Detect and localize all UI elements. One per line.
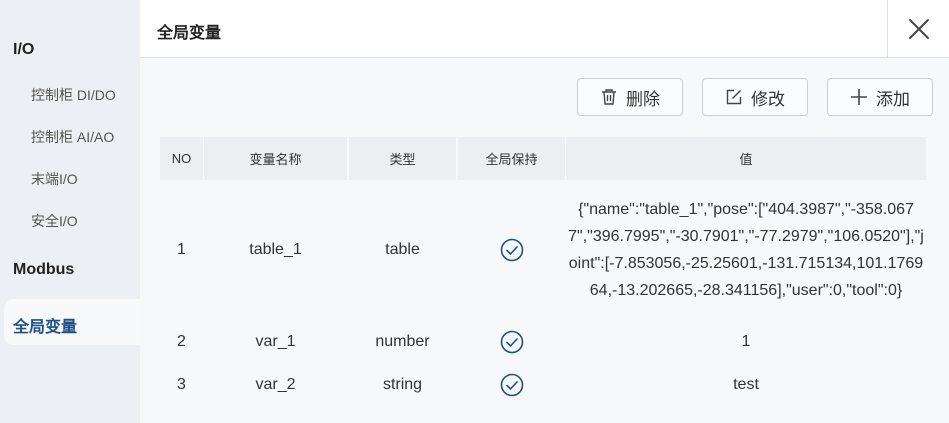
edit-button[interactable]: 修改 [702,78,808,116]
panel-header: 全局变量 [140,0,949,58]
trash-icon [602,89,616,105]
sidebar-item-global-vars[interactable]: 全局变量 [4,299,140,345]
column-header-no: NO [160,137,203,180]
cell-type: table [385,240,420,258]
variables-table: NO 变量名称 类型 全局保持 值 1 table_1 table {"name… [160,137,930,405]
table-row[interactable]: 2 var_1 number 1 [160,321,930,362]
cell-global-keep [458,364,565,405]
add-button[interactable]: 添加 [827,78,933,116]
main-panel: 全局变量 删除 修改 添加 NO 变量名称 类型 全局保持 值 1 table_… [140,0,949,423]
close-icon [909,18,929,39]
edit-icon [726,89,742,105]
check-circle-icon [500,238,523,261]
sidebar-item-safety-io[interactable]: 安全I/O [31,211,78,231]
cell-global-keep [458,321,565,362]
column-header-global-keep: 全局保持 [458,137,565,180]
cell-no: 1 [177,240,186,258]
table-row[interactable]: 1 table_1 table {"name":"table_1","pose"… [160,180,930,319]
cell-type: number [375,332,430,350]
sidebar: I/O 控制柜 DI/DO 控制柜 AI/AO 末端I/O 安全I/O Modb… [0,0,140,423]
cell-name: table_1 [249,240,302,258]
check-circle-icon [500,373,523,396]
cell-value-text: {"name":"table_1","pose":["404.3987","-3… [568,200,924,299]
column-header-value: 值 [566,137,926,180]
sidebar-item-cabinet-dido[interactable]: 控制柜 DI/DO [31,85,116,105]
delete-label: 删除 [626,89,660,109]
cell-global-keep [458,180,565,319]
cell-type: string [382,375,423,393]
page-title: 全局变量 [157,25,222,42]
cell-no: 3 [177,375,186,393]
delete-button[interactable]: 删除 [577,78,683,116]
cell-name: var_2 [255,375,296,393]
column-header-type: 类型 [349,137,456,180]
sidebar-group-io: I/O [13,41,35,58]
check-circle-icon [500,330,523,353]
cell-value: {"name":"table_1","pose":["404.3987","-3… [566,180,926,319]
cell-value: test [733,375,759,393]
cell-no: 2 [177,332,186,350]
cell-value: 1 [741,332,751,350]
column-header-name: 变量名称 [204,137,347,180]
sidebar-item-label: 全局变量 [13,319,78,336]
sidebar-item-end-io[interactable]: 末端I/O [31,169,78,189]
sidebar-item-modbus[interactable]: Modbus [13,261,74,279]
edit-label: 修改 [751,89,785,109]
cell-name: var_1 [255,332,296,350]
close-button[interactable] [887,0,949,57]
add-label: 添加 [876,89,910,109]
sidebar-item-cabinet-aiao[interactable]: 控制柜 AI/AO [31,127,114,147]
table-row[interactable]: 3 var_2 string test [160,364,930,405]
plus-icon [851,89,867,105]
